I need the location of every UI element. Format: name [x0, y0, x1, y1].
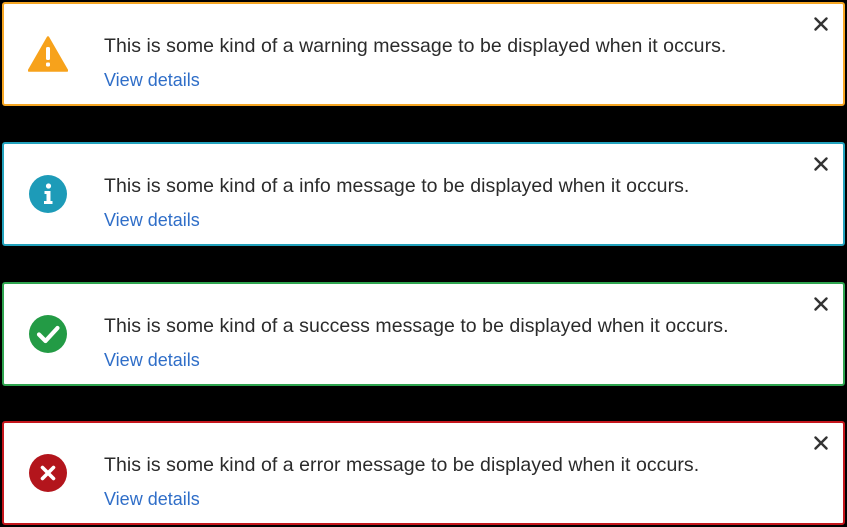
alert-message: This is some kind of a warning message t…: [104, 35, 727, 57]
check-circle-icon: [28, 314, 68, 354]
alert-message: This is some kind of a error message to …: [104, 454, 700, 476]
warning-triangle-icon: [28, 34, 68, 74]
error-alert: This is some kind of a error message to …: [2, 421, 845, 525]
close-icon[interactable]: [810, 293, 832, 315]
close-icon[interactable]: [810, 13, 832, 35]
warning-alert: This is some kind of a warning message t…: [2, 2, 845, 106]
view-details-link[interactable]: View details: [104, 210, 200, 231]
view-details-link[interactable]: View details: [104, 489, 200, 510]
success-alert: This is some kind of a success message t…: [2, 282, 845, 386]
close-icon[interactable]: [810, 432, 832, 454]
view-details-link[interactable]: View details: [104, 70, 200, 91]
alert-message: This is some kind of a info message to b…: [104, 175, 690, 197]
info-circle-icon: [28, 174, 68, 214]
alerts-stack: This is some kind of a warning message t…: [0, 0, 847, 527]
error-circle-icon: [28, 453, 68, 493]
alert-message: This is some kind of a success message t…: [104, 315, 729, 337]
info-alert: This is some kind of a info message to b…: [2, 142, 845, 246]
view-details-link[interactable]: View details: [104, 350, 200, 371]
close-icon[interactable]: [810, 153, 832, 175]
